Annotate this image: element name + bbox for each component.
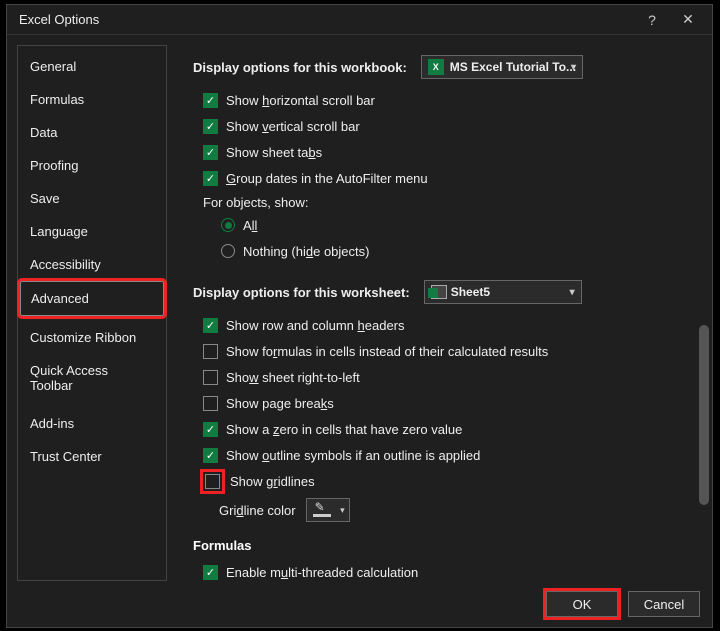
close-button[interactable]: ✕ [670, 6, 706, 34]
help-button[interactable]: ? [634, 6, 670, 34]
label-vscroll: Show vertical scroll bar [226, 119, 360, 134]
gridline-color-button[interactable]: ▾ [306, 498, 350, 522]
gridline-color-label: Gridline color [219, 503, 296, 518]
sidebar-item-addins[interactable]: Add-ins [20, 406, 164, 440]
titlebar: Excel Options ? ✕ [7, 5, 712, 35]
checkbox-tabs[interactable]: ✓ [203, 145, 218, 160]
objects-label: For objects, show: [203, 195, 694, 210]
sidebar-item-accessibility[interactable]: Accessibility [20, 248, 164, 281]
checkbox-gridlines[interactable] [205, 474, 220, 489]
chevron-down-icon: ▾ [571, 62, 576, 73]
label-zero: Show a zero in cells that have zero valu… [226, 422, 462, 437]
sidebar-item-quick-access[interactable]: Quick Access Toolbar [20, 354, 164, 402]
checkbox-rtl[interactable] [203, 370, 218, 385]
checkbox-zero[interactable]: ✓ [203, 422, 218, 437]
sidebar-item-language[interactable]: Language [20, 215, 164, 248]
radio-nothing[interactable] [221, 244, 235, 258]
label-tabs: Show sheet tabs [226, 145, 322, 160]
sidebar-item-customize-ribbon[interactable]: Customize Ribbon [20, 320, 164, 354]
label-rtl: Show sheet right-to-left [226, 370, 360, 385]
workbook-dropdown[interactable]: X MS Excel Tutorial To... ▾ [421, 55, 583, 79]
content-pane: Display options for this workbook: X MS … [167, 35, 712, 581]
sidebar-item-advanced[interactable]: Advanced [20, 281, 164, 316]
label-outline: Show outline symbols if an outline is ap… [226, 448, 480, 463]
label-multithread: Enable multi-threaded calculation [226, 565, 418, 580]
label-all: All [243, 218, 257, 233]
checkbox-pagebreaks[interactable] [203, 396, 218, 411]
checkbox-vscroll[interactable]: ✓ [203, 119, 218, 134]
scrollbar-thumb[interactable] [699, 325, 709, 505]
checkbox-multithread[interactable]: ✓ [203, 565, 218, 580]
sidebar-item-formulas[interactable]: Formulas [20, 83, 164, 116]
sidebar-item-data[interactable]: Data [20, 116, 164, 149]
ok-button[interactable]: OK [546, 591, 618, 617]
sidebar-item-proofing[interactable]: Proofing [20, 149, 164, 182]
label-group-dates: Group dates in the AutoFilter menu [226, 171, 428, 186]
excel-options-dialog: Excel Options ? ✕ General Formulas Data … [6, 4, 713, 628]
worksheet-display-heading: Display options for this worksheet: Shee… [193, 280, 694, 304]
cancel-button[interactable]: Cancel [628, 591, 700, 617]
chevron-down-icon: ▾ [570, 287, 575, 298]
formulas-heading: Formulas [193, 538, 694, 553]
sidebar-item-trust-center[interactable]: Trust Center [20, 440, 164, 473]
label-pagebreaks: Show page breaks [226, 396, 334, 411]
gridlines-highlight [203, 472, 222, 491]
window-title: Excel Options [19, 12, 634, 27]
excel-icon: X [428, 59, 444, 75]
workbook-dropdown-value: MS Excel Tutorial To... [450, 60, 576, 74]
worksheet-heading-text: Display options for this worksheet: [193, 285, 410, 300]
radio-all[interactable] [221, 218, 235, 232]
checkbox-group-dates[interactable]: ✓ [203, 171, 218, 186]
workbook-heading-text: Display options for this workbook: [193, 60, 407, 75]
worksheet-dropdown-value: Sheet5 [451, 285, 490, 299]
color-swatch [313, 514, 331, 517]
workbook-display-heading: Display options for this workbook: X MS … [193, 55, 694, 79]
label-formulas: Show formulas in cells instead of their … [226, 344, 548, 359]
sidebar-item-general[interactable]: General [20, 50, 164, 83]
checkbox-formulas[interactable] [203, 344, 218, 359]
label-nothing: Nothing (hide objects) [243, 244, 369, 259]
label-hscroll: Show horizontal scroll bar [226, 93, 375, 108]
vertical-scrollbar[interactable] [698, 45, 710, 575]
sidebar-item-save[interactable]: Save [20, 182, 164, 215]
category-sidebar: General Formulas Data Proofing Save Lang… [17, 45, 167, 581]
checkbox-outline[interactable]: ✓ [203, 448, 218, 463]
checkbox-hscroll[interactable]: ✓ [203, 93, 218, 108]
checkbox-headers[interactable]: ✓ [203, 318, 218, 333]
worksheet-icon [431, 285, 447, 299]
label-gridlines: Show gridlines [230, 474, 315, 489]
chevron-down-icon: ▾ [340, 505, 345, 516]
dialog-footer: OK Cancel [546, 591, 700, 617]
worksheet-dropdown[interactable]: Sheet5 ▾ [424, 280, 582, 304]
label-headers: Show row and column headers [226, 318, 405, 333]
